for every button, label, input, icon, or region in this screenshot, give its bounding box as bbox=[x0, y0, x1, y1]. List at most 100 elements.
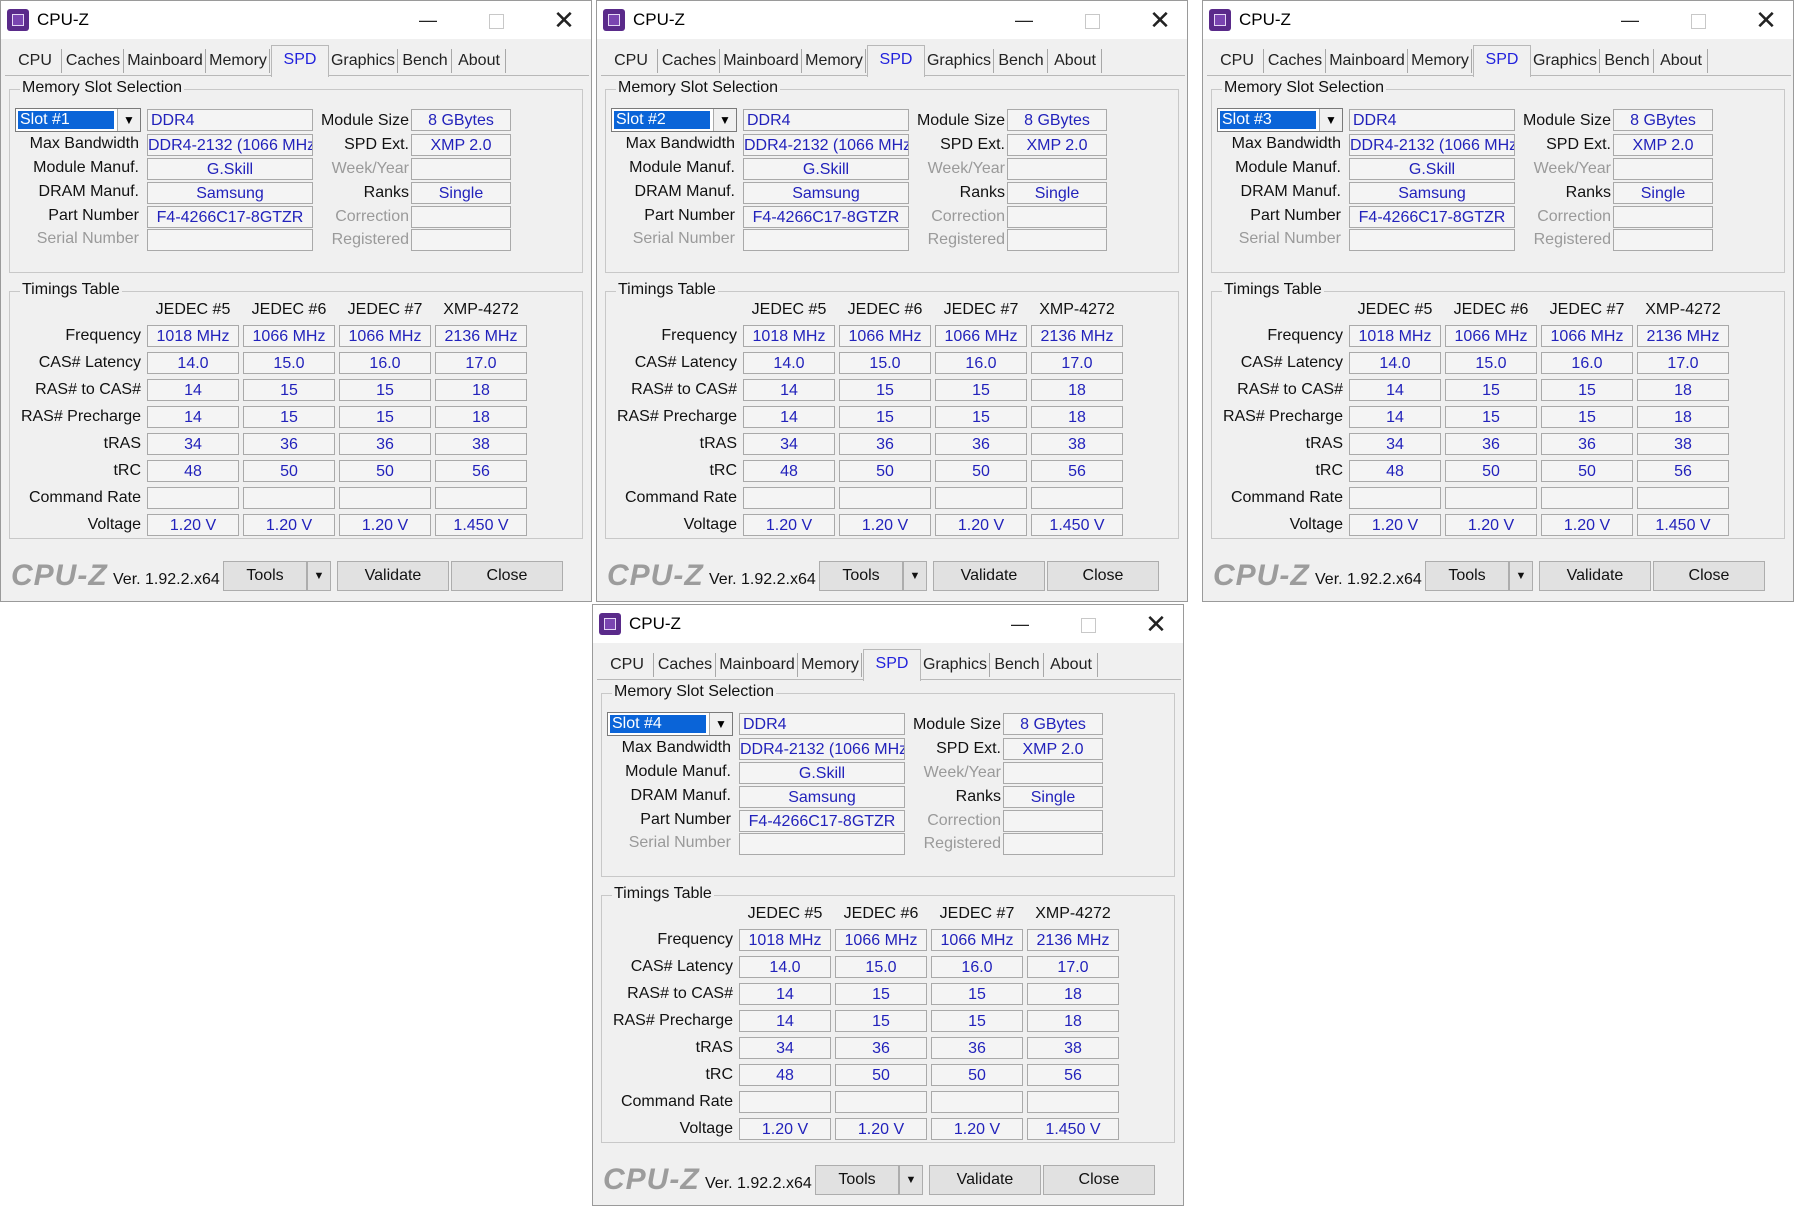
tab-spd[interactable]: SPD bbox=[1473, 45, 1531, 77]
tab-graphics[interactable]: Graphics bbox=[921, 653, 990, 677]
tab-caches[interactable]: Caches bbox=[659, 49, 720, 73]
timing-cell: 15 bbox=[835, 1010, 927, 1032]
tab-caches[interactable]: Caches bbox=[63, 49, 124, 73]
timing-row-label: RAS# Precharge bbox=[612, 1012, 733, 1029]
tab-about[interactable]: About bbox=[1655, 49, 1708, 73]
timing-row-label: RAS# Precharge bbox=[20, 408, 141, 425]
chevron-down-icon[interactable]: ▼ bbox=[709, 713, 732, 735]
window-title: CPU-Z bbox=[633, 10, 685, 29]
close-window-button[interactable]: ✕ bbox=[541, 3, 587, 37]
tools-dropdown-button[interactable]: ▼ bbox=[307, 561, 331, 591]
tab-about[interactable]: About bbox=[1045, 653, 1098, 677]
tab-spd[interactable]: SPD bbox=[867, 45, 925, 77]
tab-spd[interactable]: SPD bbox=[271, 45, 329, 77]
spd-ext-field: XMP 2.0 bbox=[1613, 134, 1713, 156]
spd-ext-field: XMP 2.0 bbox=[411, 134, 511, 156]
timing-row-label: Voltage bbox=[683, 516, 737, 533]
timing-cell: 15 bbox=[839, 379, 931, 401]
tab-bench[interactable]: Bench bbox=[991, 653, 1044, 677]
module-size-label: Module Size bbox=[912, 716, 1001, 733]
maximize-button[interactable] bbox=[1069, 3, 1115, 37]
timing-cell: 1.20 V bbox=[931, 1118, 1023, 1140]
tab-graphics[interactable]: Graphics bbox=[925, 49, 994, 73]
tab-cpu[interactable]: CPU bbox=[601, 653, 654, 677]
cpuz-app-icon bbox=[7, 9, 29, 31]
tab-bench[interactable]: Bench bbox=[399, 49, 452, 73]
tools-dropdown-button[interactable]: ▼ bbox=[899, 1165, 923, 1195]
tools-button[interactable]: Tools bbox=[223, 561, 307, 591]
tab-mainboard[interactable]: Mainboard bbox=[125, 49, 206, 73]
timing-cell bbox=[339, 487, 431, 509]
validate-button[interactable]: Validate bbox=[929, 1165, 1041, 1195]
tab-cpu[interactable]: CPU bbox=[1211, 49, 1264, 73]
validate-button[interactable]: Validate bbox=[933, 561, 1045, 591]
slot-select[interactable]: Slot #1 ▼ bbox=[15, 108, 141, 132]
tools-button[interactable]: Tools bbox=[815, 1165, 899, 1195]
slot-select[interactable]: Slot #2 ▼ bbox=[611, 108, 737, 132]
chevron-down-icon[interactable]: ▼ bbox=[713, 109, 736, 131]
close-button[interactable]: Close bbox=[1043, 1165, 1155, 1195]
timing-cell: 34 bbox=[1349, 433, 1441, 455]
tab-graphics[interactable]: Graphics bbox=[1531, 49, 1600, 73]
slot-select[interactable]: Slot #3 ▼ bbox=[1217, 108, 1343, 132]
tab-cpu[interactable]: CPU bbox=[9, 49, 62, 73]
chevron-down-icon[interactable]: ▼ bbox=[1319, 109, 1342, 131]
chevron-down-icon[interactable]: ▼ bbox=[117, 109, 140, 131]
tab-memory[interactable]: Memory bbox=[207, 49, 270, 73]
validate-button[interactable]: Validate bbox=[1539, 561, 1651, 591]
correction-label: Correction bbox=[1537, 208, 1611, 225]
close-window-button[interactable]: ✕ bbox=[1743, 3, 1789, 37]
tab-bench[interactable]: Bench bbox=[1601, 49, 1654, 73]
tools-button[interactable]: Tools bbox=[1425, 561, 1509, 591]
close-button[interactable]: Close bbox=[451, 561, 563, 591]
timing-column-header: XMP-4272 bbox=[1039, 301, 1115, 318]
tab-about[interactable]: About bbox=[1049, 49, 1102, 73]
minimize-button[interactable]: — bbox=[1001, 3, 1047, 37]
tab-caches[interactable]: Caches bbox=[655, 653, 716, 677]
timing-cell: 36 bbox=[1541, 433, 1633, 455]
maximize-button[interactable] bbox=[1065, 607, 1111, 641]
validate-button[interactable]: Validate bbox=[337, 561, 449, 591]
timing-cell: 15 bbox=[339, 379, 431, 401]
tab-bench[interactable]: Bench bbox=[995, 49, 1048, 73]
maximize-button[interactable] bbox=[473, 3, 519, 37]
tab-graphics[interactable]: Graphics bbox=[329, 49, 398, 73]
registered-label: Registered bbox=[331, 231, 409, 248]
timing-cell: 17.0 bbox=[1637, 352, 1729, 374]
group-title: Memory Slot Selection bbox=[20, 79, 185, 97]
timing-cell bbox=[931, 1091, 1023, 1113]
timing-row-label: tRC bbox=[709, 462, 737, 479]
tab-mainboard[interactable]: Mainboard bbox=[1327, 49, 1408, 73]
timing-cell: 14.0 bbox=[147, 352, 239, 374]
timing-cell: 36 bbox=[839, 433, 931, 455]
ranks-label: Ranks bbox=[959, 184, 1005, 201]
tab-memory[interactable]: Memory bbox=[803, 49, 866, 73]
close-button[interactable]: Close bbox=[1047, 561, 1159, 591]
timing-row-label: tRC bbox=[113, 462, 141, 479]
tab-memory[interactable]: Memory bbox=[1409, 49, 1472, 73]
tools-button[interactable]: Tools bbox=[819, 561, 903, 591]
timing-cell: 1018 MHz bbox=[743, 325, 835, 347]
spd-ext-label: SPD Ext. bbox=[936, 740, 1001, 757]
tools-dropdown-button[interactable]: ▼ bbox=[903, 561, 927, 591]
timing-column-header: XMP-4272 bbox=[443, 301, 519, 318]
tab-about[interactable]: About bbox=[453, 49, 506, 73]
tab-spd[interactable]: SPD bbox=[863, 649, 921, 681]
close-window-button[interactable]: ✕ bbox=[1133, 607, 1179, 641]
tab-caches[interactable]: Caches bbox=[1265, 49, 1326, 73]
minimize-button[interactable]: — bbox=[405, 3, 451, 37]
tools-dropdown-button[interactable]: ▼ bbox=[1509, 561, 1533, 591]
tab-cpu[interactable]: CPU bbox=[605, 49, 658, 73]
timing-row-label: Frequency bbox=[65, 327, 141, 344]
maximize-button[interactable] bbox=[1675, 3, 1721, 37]
tab-memory[interactable]: Memory bbox=[799, 653, 862, 677]
close-button[interactable]: Close bbox=[1653, 561, 1765, 591]
part-number-label: Part Number bbox=[640, 811, 731, 828]
timing-cell: 38 bbox=[1027, 1037, 1119, 1059]
tab-mainboard[interactable]: Mainboard bbox=[717, 653, 798, 677]
minimize-button[interactable]: — bbox=[997, 607, 1043, 641]
slot-select[interactable]: Slot #4 ▼ bbox=[607, 712, 733, 736]
minimize-button[interactable]: — bbox=[1607, 3, 1653, 37]
tab-mainboard[interactable]: Mainboard bbox=[721, 49, 802, 73]
close-window-button[interactable]: ✕ bbox=[1137, 3, 1183, 37]
